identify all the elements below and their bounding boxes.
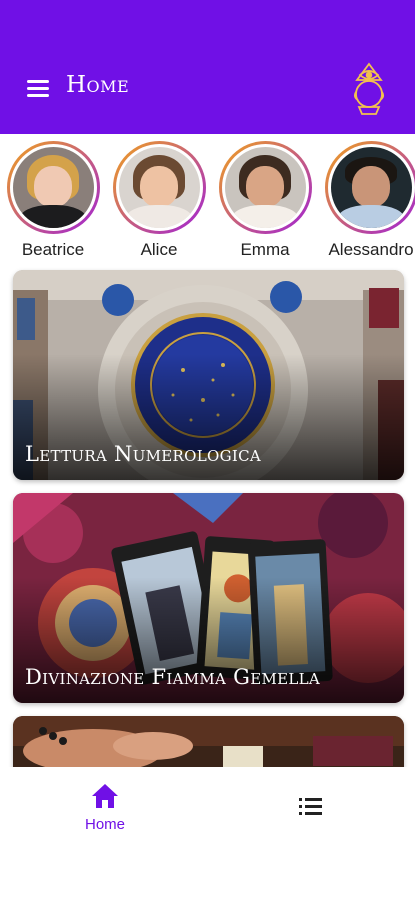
story-item-alessandro[interactable]: Alessandro xyxy=(323,138,415,260)
home-icon xyxy=(92,784,118,808)
story-item-emma[interactable]: Emma xyxy=(217,138,313,260)
list-icon xyxy=(299,798,322,815)
avatar xyxy=(6,141,100,234)
story-item-alice[interactable]: Alice xyxy=(111,138,207,260)
nav-item-home-label: Home xyxy=(84,816,125,833)
stories-row: Beatrice Alice Emma Alessandro xyxy=(0,138,415,266)
story-name: Alessandro xyxy=(328,240,414,259)
avatar xyxy=(218,141,312,234)
nav-item-list[interactable] xyxy=(298,795,324,817)
story-name: Emma xyxy=(240,240,290,259)
avatar xyxy=(324,141,415,234)
page-title: Home xyxy=(66,72,130,98)
nav-item-home[interactable]: Home xyxy=(70,782,140,833)
app-bar: Home xyxy=(0,0,415,134)
bottom-navigation: Home xyxy=(0,767,415,900)
eye-crystal-ball-logo-icon xyxy=(353,62,385,115)
service-card-numerology[interactable]: Lettura Numerologica xyxy=(13,270,404,480)
card-title: Lettura Numerologica xyxy=(25,442,262,466)
avatar xyxy=(112,141,206,234)
menu-icon[interactable] xyxy=(27,80,49,98)
story-item-beatrice[interactable]: Beatrice xyxy=(5,138,101,260)
service-card-twin-flame[interactable]: Divinazione Fiamma Gemella xyxy=(13,493,404,703)
story-name: Alice xyxy=(140,240,178,259)
story-name: Beatrice xyxy=(21,240,85,259)
card-title: Divinazione Fiamma Gemella xyxy=(25,665,321,689)
